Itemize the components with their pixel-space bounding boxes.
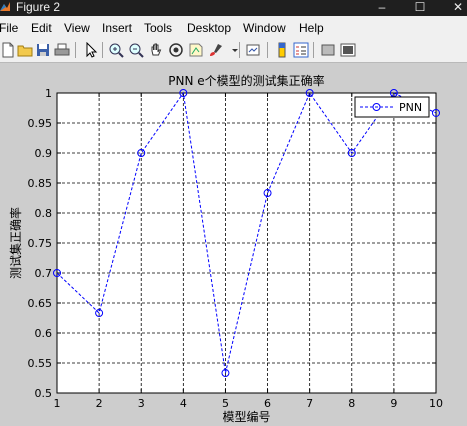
menu-tools[interactable]: Tools [144,21,172,35]
figure-toolbar [0,38,467,63]
brush-icon[interactable] [208,42,224,58]
menu-help[interactable]: Help [299,21,324,35]
menu-bar: File Edit View Insert Tools Desktop Wind… [0,16,467,38]
print-icon[interactable] [54,42,70,58]
y-tick-label: 0.5 [35,387,53,400]
x-tick-label: 10 [429,397,443,410]
minimize-button[interactable]: – [364,0,400,16]
toolbar-separator [267,42,268,58]
colorbar-icon[interactable] [274,42,290,58]
x-tick-label: 6 [264,397,271,410]
save-icon[interactable] [35,42,51,58]
legend[interactable]: PNN [354,96,430,118]
rotate-3d-icon[interactable] [168,42,184,58]
brush-dropdown-icon[interactable] [227,42,238,58]
y-tick-label: 0.8 [35,207,53,220]
menu-insert[interactable]: Insert [102,21,132,35]
y-tick-label: 1 [45,87,52,100]
y-tick-label: 0.6 [35,327,53,340]
toolbar-separator [75,42,76,58]
x-tick-label: 8 [348,397,355,410]
menu-file[interactable]: File [0,21,18,35]
window-titlebar: Figure 2 – ☐ ✕ [0,0,467,16]
x-tick-label: 2 [96,397,103,410]
maximize-button[interactable]: ☐ [402,0,438,16]
close-button[interactable]: ✕ [440,0,467,16]
toolbar-separator [102,42,103,58]
zoom-out-icon[interactable] [128,42,144,58]
pointer-icon[interactable] [83,42,99,58]
y-tick-label: 0.75 [28,237,53,250]
x-tick-label: 3 [138,397,145,410]
pan-hand-icon[interactable] [148,42,164,58]
legend-label: PNN [399,101,422,114]
toolbar-separator [239,42,240,58]
menu-edit[interactable]: Edit [31,21,52,35]
x-tick-label: 4 [180,397,187,410]
zoom-in-icon[interactable] [108,42,124,58]
y-tick-label: 0.55 [28,357,53,370]
menu-window[interactable]: Window [243,21,286,35]
y-tick-label: 0.7 [35,267,53,280]
y-tick-label: 0.65 [28,297,53,310]
x-tick-label: 9 [390,397,397,410]
y-axis-label: 测试集正确率 [8,207,23,279]
link-plot-icon[interactable] [245,42,261,58]
x-tick-label: 7 [306,397,313,410]
y-tick-label: 0.9 [35,147,53,160]
x-tick-label: 1 [54,397,61,410]
menu-view[interactable]: View [64,21,90,35]
open-folder-icon[interactable] [17,42,33,58]
y-tick-label: 0.95 [28,117,53,130]
menu-desktop[interactable]: Desktop [187,21,231,35]
y-tick-label: 0.85 [28,177,53,190]
matlab-logo-icon [0,2,10,11]
data-cursor-icon[interactable] [188,42,204,58]
hide-plot-tools-icon[interactable] [320,42,336,58]
x-axis-label: 模型编号 [222,409,270,424]
legend-icon[interactable] [293,42,309,58]
window-title: Figure 2 [16,0,61,14]
show-plot-tools-icon[interactable] [340,42,356,58]
x-tick-label: 5 [222,397,229,410]
new-file-icon[interactable] [0,42,16,58]
toolbar-separator [313,42,314,58]
accuracy-line-chart: 1 2 3 4 5 6 7 8 9 10 0.5 0.55 0.6 0.65 0.7 0.75 0.8 0.85 0… [8,73,443,424]
chart-title: PNN e个模型的测试集正确率 [168,73,324,88]
